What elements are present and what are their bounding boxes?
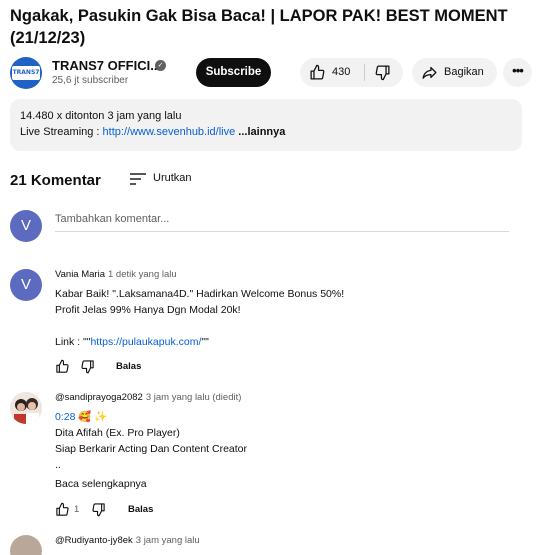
thumbs-up-icon[interactable] <box>55 502 70 517</box>
thumbs-down-icon[interactable] <box>91 502 106 517</box>
comment-like-count: 1 <box>74 504 80 515</box>
like-dislike-group: 430 <box>300 58 403 87</box>
share-icon <box>422 66 437 79</box>
comment-link-suffix: "" <box>201 336 209 348</box>
thumbs-up-icon <box>310 64 325 80</box>
comment-time[interactable]: 1 detik yang lalu <box>108 269 177 280</box>
comment-line: Kabar Baik! ".Laksamana4D." Hadirkan Wel… <box>55 288 345 300</box>
comment-link-line: Link : ""https://pulaukapuk.com/"" <box>55 334 209 350</box>
share-button[interactable]: Bagikan <box>412 58 497 87</box>
thumbs-down-icon <box>375 65 390 81</box>
sort-button[interactable]: Urutkan <box>130 171 210 189</box>
more-dots-icon: ••• <box>512 63 524 78</box>
comment-line: Profit Jelas 99% Hanya Dgn Modal 20k! <box>55 304 241 316</box>
video-title: Ngakak, Pasukin Gak Bisa Baca! | LAPOR P… <box>10 5 510 49</box>
verified-check-icon: ✓ <box>155 60 166 71</box>
comment-header: @sandiprayoga2082 3 jam yang lalu (diedit… <box>55 392 241 403</box>
comment-author[interactable]: @Rudiyanto-jy8ek <box>55 535 133 546</box>
video-title-line1: Ngakak, Pasukin Gak Bisa Baca! | LAPOR P… <box>10 7 508 25</box>
comment-item: @sandiprayoga2082 3 jam yang lalu (diedit… <box>10 392 526 522</box>
comment-time[interactable]: 3 jam yang lalu (diedit) <box>146 392 242 403</box>
dislike-button[interactable] <box>365 58 403 87</box>
comment-line: 0:28 🥰 ✨ <box>55 409 107 425</box>
sort-label: Urutkan <box>153 172 192 184</box>
comment-avatar[interactable]: V <box>10 269 42 301</box>
comment-avatar[interactable] <box>10 392 42 424</box>
more-actions-button[interactable]: ••• <box>503 58 532 87</box>
share-label: Bagikan <box>444 66 484 78</box>
channel-name[interactable]: TRANS7 OFFICI... <box>52 58 161 73</box>
reply-button[interactable]: Balas <box>116 361 141 372</box>
comment-actions: 1 Balas <box>55 502 255 518</box>
comment-line: Siap Berkarir Acting Dan Content Creator <box>55 443 248 455</box>
comment-timestamp-link[interactable]: 0:28 <box>55 411 75 423</box>
description-more[interactable]: ...lainnya <box>235 126 285 138</box>
read-more-button[interactable]: Baca selengkapnya <box>55 478 147 490</box>
description-prefix: Live Streaming : <box>20 126 103 138</box>
subscribe-button[interactable]: Subscribe <box>196 58 271 87</box>
comment-item: V Vania Maria 1 detik yang lalu Kabar Bai… <box>10 269 526 379</box>
comment-header: @Rudiyanto-jy8ek 3 jam yang lalu <box>55 535 200 546</box>
comment-actions: Balas <box>55 359 255 375</box>
comment-emoji: 🥰 ✨ <box>78 411 108 423</box>
like-button[interactable]: 430 <box>300 58 364 87</box>
comment-item: @Rudiyanto-jy8ek 3 jam yang lalu <box>10 535 526 555</box>
like-count: 430 <box>332 66 351 78</box>
comment-author[interactable]: Vania Maria <box>55 269 105 280</box>
comment-author[interactable]: @sandiprayoga2082 <box>55 392 143 403</box>
sort-icon <box>130 173 146 185</box>
user-avatar: V <box>10 210 42 242</box>
view-stats: 14.480 x ditonton 3 jam yang lalu <box>20 110 182 122</box>
subscriber-count: 25,6 jt subscriber <box>52 75 129 86</box>
reply-button[interactable]: Balas <box>128 504 153 515</box>
video-title-line2: (21/12/23) <box>10 29 86 47</box>
comment-link[interactable]: https://pulaukapuk.com/ <box>90 336 201 348</box>
avatar-photo-icon <box>10 392 42 424</box>
comment-link-prefix: Link : "" <box>55 336 91 348</box>
comment-avatar[interactable] <box>10 535 42 555</box>
thumbs-down-icon[interactable] <box>80 359 95 374</box>
channel-logo-text: TRANS7 <box>12 66 40 80</box>
channel-avatar[interactable]: TRANS7 <box>10 57 42 89</box>
comment-time[interactable]: 3 jam yang lalu <box>136 535 200 546</box>
description-link[interactable]: http://www.sevenhub.id/live <box>103 126 236 138</box>
thumbs-up-icon[interactable] <box>55 359 70 374</box>
add-comment-input[interactable]: Tambahkan komentar... <box>55 212 509 232</box>
comment-line: Dita Afifah (Ex. Pro Player) <box>55 427 180 439</box>
comment-header: Vania Maria 1 detik yang lalu <box>55 269 177 280</box>
comments-count: 21 Komentar <box>10 172 101 189</box>
channel-row: TRANS7 TRANS7 OFFICI... ✓ 25,6 jt subscr… <box>10 57 532 89</box>
description-box[interactable]: 14.480 x ditonton 3 jam yang lalu Live S… <box>10 99 522 151</box>
comment-line: .. <box>55 459 61 471</box>
description-line: Live Streaming : http://www.sevenhub.id/… <box>20 126 285 138</box>
